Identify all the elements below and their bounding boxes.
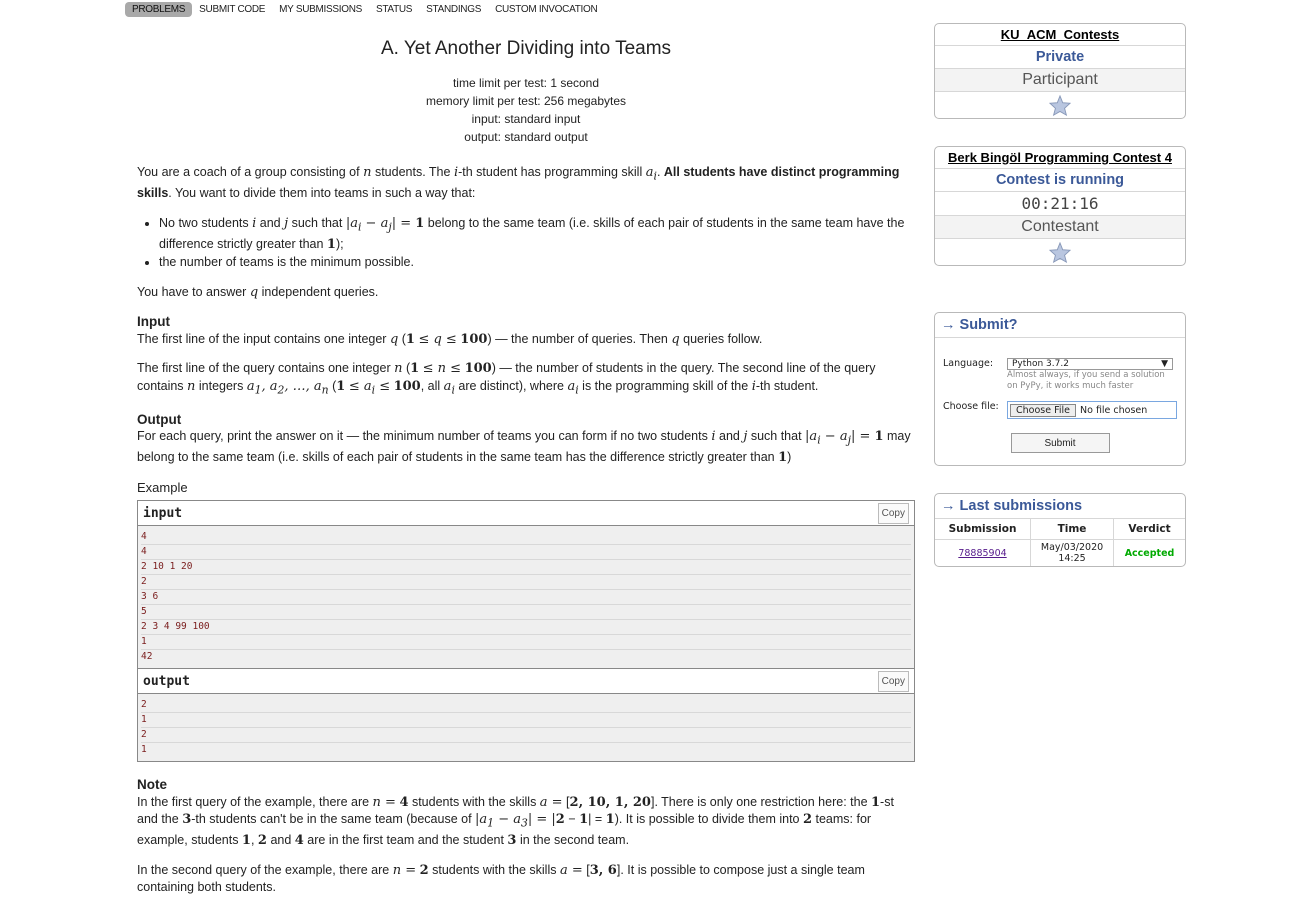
submission-time: May/03/2020 14:25: [1040, 542, 1104, 564]
participant-role: Participant: [935, 69, 1185, 92]
contest-type: Private: [935, 46, 1185, 69]
input-label: input: [143, 505, 183, 521]
example-line: 2 10 1 20: [141, 560, 911, 576]
menu-problems[interactable]: PROBLEMS: [125, 1, 193, 17]
col-time: Time: [1030, 518, 1115, 540]
example-line: 3 6: [141, 590, 911, 606]
menu-custom-invocation[interactable]: CUSTOM INVOCATION: [488, 2, 604, 17]
star-icon[interactable]: [935, 239, 1185, 265]
problem-limits: time limit per test: 1 second memory lim…: [137, 74, 915, 146]
contest-status: Contest is running: [935, 169, 1185, 192]
contest-info-box: KU_ACM_Contests Private Participant: [934, 23, 1186, 119]
col-submission: Submission: [935, 518, 1032, 540]
example-line: 42: [141, 651, 153, 663]
example-line: 2: [141, 698, 911, 714]
menu-my-submissions[interactable]: MY SUBMISSIONS: [272, 2, 369, 17]
memory-limit: memory limit per test: 256 megabytes: [425, 94, 627, 108]
submission-id-link[interactable]: 78885904: [958, 548, 1006, 559]
example-line: 2: [141, 575, 911, 591]
favourite-star-icon[interactable]: [935, 92, 1185, 118]
example-line: 1: [141, 635, 911, 651]
example-input-block: input Copy 442 10 1 20 2 3 652 3 4 99 100 1…: [137, 500, 915, 763]
file-input[interactable]: Choose File No file chosen: [1007, 401, 1177, 419]
menu-submit-code[interactable]: SUBMIT CODE: [192, 2, 272, 17]
file-status: No file chosen: [1080, 404, 1148, 416]
submission-verdict: Accepted: [1124, 547, 1175, 559]
time-limit: time limit per test: 1 second: [452, 76, 600, 90]
running-contest-link[interactable]: Berk Bingöl Programming Contest 4: [935, 147, 1185, 169]
output-heading: Output: [137, 411, 182, 427]
note-heading: Note: [137, 777, 167, 793]
example-input-text: 442 10 1 20 2 3 652 3 4 99 100 1 42: [138, 526, 914, 669]
language-label: Language:: [943, 358, 994, 369]
legend: You are a coach of a group consisting of…: [137, 164, 915, 897]
problem-title: A. Yet Another Dividing into Teams: [380, 38, 672, 59]
last-submissions-box: → Last submissions Submission Time Verdi…: [934, 493, 1186, 567]
example-line: 5: [141, 605, 911, 621]
contest-timer: 00:21:16: [935, 192, 1185, 216]
example-line: 1: [141, 744, 147, 756]
input-file: input: standard input: [471, 112, 581, 126]
example-line: 2 3 4 99 100: [141, 620, 911, 636]
input-heading: Input: [137, 314, 170, 330]
example-line: 4: [141, 545, 911, 561]
example-line: 2: [141, 728, 911, 744]
submissions-table: Submission Time Verdict 78885904 May/03/…: [935, 518, 1185, 566]
example-line: 1: [141, 713, 911, 729]
language-select[interactable]: Python 3.7.2 ▼: [1007, 358, 1173, 370]
problem-statement: A. Yet Another Dividing into Teams time …: [137, 38, 915, 909]
output-file: output: standard output: [464, 130, 588, 144]
example-output-text: 2121: [138, 694, 914, 762]
col-verdict: Verdict: [1113, 518, 1185, 540]
output-label: output: [143, 673, 190, 689]
menu-status[interactable]: STATUS: [369, 2, 419, 17]
example-line: 4: [141, 530, 911, 546]
copy-input-button[interactable]: Copy: [877, 502, 909, 525]
top-menu: PROBLEMS SUBMIT CODE MY SUBMISSIONS STAT…: [125, 0, 604, 18]
last-submissions-title: → Last submissions: [941, 498, 1083, 514]
choose-file-button[interactable]: Choose File: [1010, 403, 1076, 417]
dropdown-arrow-icon: ▼: [1161, 359, 1168, 369]
running-contest-box: Berk Bingöl Programming Contest 4 Contes…: [934, 146, 1186, 266]
submit-title: → Submit?: [935, 313, 1185, 338]
contest-name-link[interactable]: KU_ACM_Contests: [935, 24, 1185, 46]
submit-button[interactable]: Submit: [1010, 433, 1110, 453]
table-row: 78885904 May/03/2020 14:25 Accepted: [935, 539, 1185, 566]
example-heading: Example: [137, 479, 188, 495]
file-label: Choose file:: [943, 401, 999, 412]
pypy-hint: Almost always, if you send a solution on…: [1007, 370, 1165, 391]
language-value: Python 3.7.2: [1012, 359, 1069, 369]
submit-box: → Submit? Language: Python 3.7.2 ▼ Almos…: [934, 312, 1186, 466]
menu-standings[interactable]: STANDINGS: [419, 2, 488, 17]
copy-output-button[interactable]: Copy: [877, 670, 909, 693]
contestant-role: Contestant: [935, 216, 1185, 239]
